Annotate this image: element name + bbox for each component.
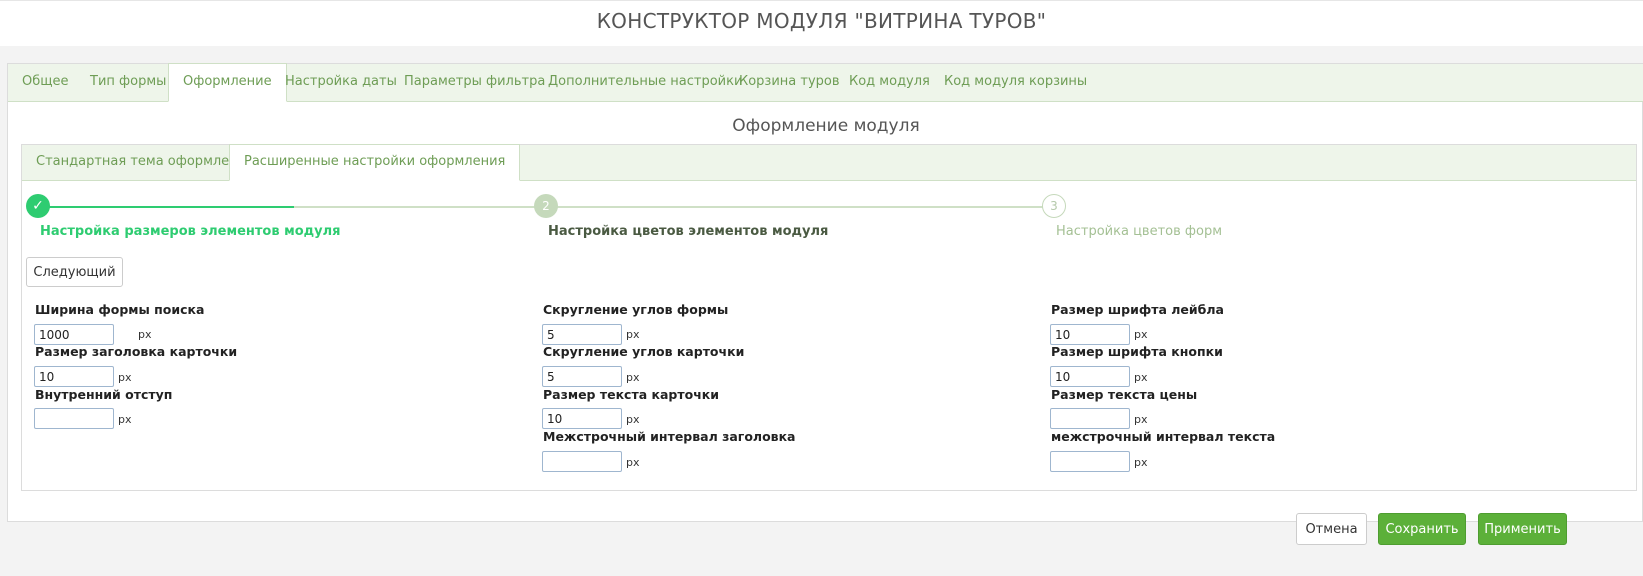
unit-label: px <box>118 413 132 426</box>
design-settings-panel: Стандартная тема оформления Расширенные … <box>21 144 1637 491</box>
step-3-indicator: 3 <box>1042 194 1066 218</box>
next-button[interactable]: Следующий <box>26 257 123 287</box>
search-form-width-input[interactable] <box>34 324 114 345</box>
unit-label: px <box>118 371 132 384</box>
label-title-line-height: Межстрочный интервал заголовка <box>543 429 796 444</box>
card-text-size-input[interactable] <box>542 408 622 429</box>
label-button-font-size: Размер шрифта кнопки <box>1051 344 1223 359</box>
inner-padding-input[interactable] <box>34 408 114 429</box>
page-title: КОНСТРУКТОР МОДУЛЯ "ВИТРИНА ТУРОВ" <box>596 9 1047 33</box>
label-card-corner-radius: Скругление углов карточки <box>543 344 745 359</box>
label-price-text-size: Размер текста цены <box>1051 387 1198 402</box>
unit-label: px <box>626 413 640 426</box>
unit-label: px <box>1134 328 1148 341</box>
design-subtabs: Стандартная тема оформления Расширенные … <box>22 144 1636 181</box>
title-line-height-input[interactable] <box>542 451 622 472</box>
label-card-title-size: Размер заголовка карточки <box>35 344 238 359</box>
label-card-text-size: Размер текста карточки <box>543 387 720 402</box>
step-1-check-icon: ✓ <box>26 194 50 218</box>
tab-design[interactable]: Оформление <box>168 63 287 102</box>
unit-label: px <box>138 328 152 341</box>
unit-label: px <box>626 328 640 341</box>
tab-cart-module-code[interactable]: Код модуля корзины <box>930 64 1101 102</box>
tab-module-code[interactable]: Код модуля <box>835 64 944 102</box>
form-corner-radius-input[interactable] <box>542 324 622 345</box>
progress-line-pending <box>294 206 1054 208</box>
save-button[interactable]: Сохранить <box>1378 513 1466 545</box>
price-text-size-input[interactable] <box>1050 408 1130 429</box>
cancel-button[interactable]: Отмена <box>1296 513 1367 545</box>
label-font-size-input[interactable] <box>1050 324 1130 345</box>
step-1-label: Настройка размеров элементов модуля <box>40 224 341 239</box>
label-inner-padding: Внутренний отступ <box>35 387 173 402</box>
unit-label: px <box>1134 413 1148 426</box>
progress-line-done <box>38 206 294 208</box>
card-title-size-input[interactable] <box>34 366 114 387</box>
label-label-font-size: Размер шрифта лейбла <box>1051 302 1224 317</box>
unit-label: px <box>626 456 640 469</box>
tab-form-type[interactable]: Тип формы <box>76 64 180 102</box>
card-corner-radius-input[interactable] <box>542 366 622 387</box>
tab-additional-settings[interactable]: Дополнительные настройки <box>534 64 756 102</box>
subtab-advanced-settings[interactable]: Расширенные настройки оформления <box>229 144 521 181</box>
tab-general[interactable]: Общее <box>8 64 83 102</box>
unit-label: px <box>626 371 640 384</box>
unit-label: px <box>1134 371 1148 384</box>
text-line-height-input[interactable] <box>1050 451 1130 472</box>
section-title: Оформление модуля <box>732 116 920 136</box>
label-search-form-width: Ширина формы поиска <box>35 302 205 317</box>
step-3-label: Настройка цветов форм <box>1056 224 1223 239</box>
step-2-label: Настройка цветов элементов модуля <box>548 224 829 239</box>
label-text-line-height: межстрочный интервал текста <box>1051 429 1276 444</box>
button-font-size-input[interactable] <box>1050 366 1130 387</box>
step-2-indicator: 2 <box>534 194 558 218</box>
apply-button[interactable]: Применить <box>1478 513 1567 545</box>
main-tabs: Общее Тип формы Оформление Настройка дат… <box>8 63 1643 102</box>
unit-label: px <box>1134 456 1148 469</box>
label-form-corner-radius: Скругление углов формы <box>543 302 729 317</box>
